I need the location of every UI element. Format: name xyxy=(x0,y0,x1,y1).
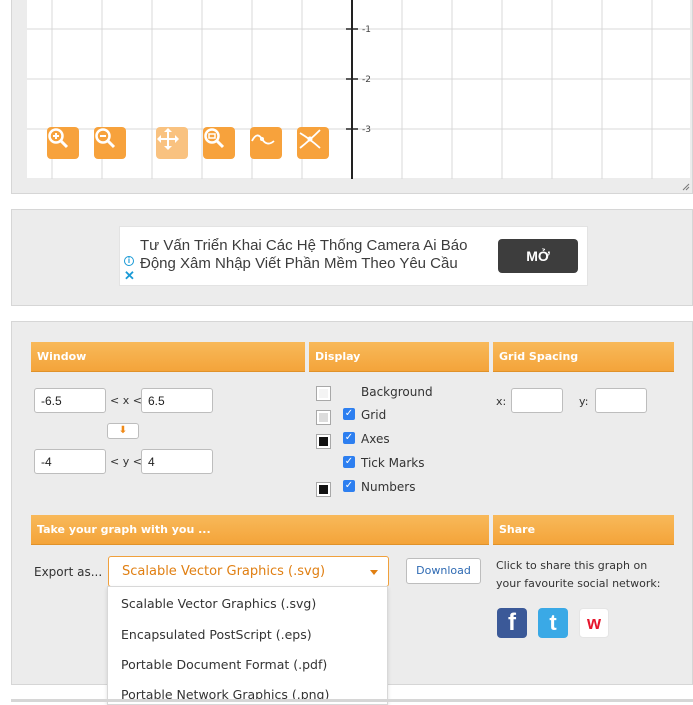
graph-canvas[interactable]: -1 -2 -3 xyxy=(27,0,690,179)
export-header: Take your graph with you ... xyxy=(31,515,489,545)
download-button[interactable]: Download xyxy=(406,558,481,584)
export-option-eps[interactable]: Encapsulated PostScript (.eps) xyxy=(108,619,387,649)
tick-marks-label: Tick Marks xyxy=(361,456,425,470)
export-format-menu[interactable]: Scalable Vector Graphics (.svg) Encapsul… xyxy=(107,586,388,705)
facebook-share-button[interactable]: f xyxy=(497,608,527,638)
facebook-icon: f xyxy=(508,609,516,636)
grid-spacing-x-label: x: xyxy=(496,395,507,408)
graph-grid: -1 -2 -3 xyxy=(27,0,690,179)
zoom-fit-icon xyxy=(204,128,225,149)
curve-trace-icon xyxy=(251,134,275,145)
grid-spacing-y-label: y: xyxy=(579,395,589,408)
share-text: Click to share this graph on your favour… xyxy=(496,559,661,590)
zoom-fit-button[interactable] xyxy=(203,127,235,159)
zoom-out-button[interactable] xyxy=(94,127,126,159)
move-button[interactable] xyxy=(156,127,188,159)
zoom-in-icon xyxy=(48,128,69,149)
axes-checkbox[interactable]: ✓ xyxy=(343,432,355,444)
section-divider xyxy=(11,699,693,702)
x-max-input[interactable]: 6.5 xyxy=(141,388,213,413)
numbers-color-swatch[interactable] xyxy=(316,482,331,497)
swap-range-button[interactable]: ⬇ xyxy=(107,423,139,439)
arrow-down-icon: ⬇ xyxy=(118,425,128,436)
export-selected-value: Scalable Vector Graphics (.svg) xyxy=(122,564,326,579)
intersect-icon xyxy=(299,129,321,149)
display-header: Display xyxy=(309,342,489,372)
weibo-icon: w xyxy=(586,612,601,633)
grid-spacing-x-input[interactable] xyxy=(511,388,563,413)
export-option-svg[interactable]: Scalable Vector Graphics (.svg) xyxy=(108,588,387,618)
y-range-label: < y < xyxy=(110,455,142,468)
y-axis-tick-label: -2 xyxy=(362,75,371,85)
zoom-in-button[interactable] xyxy=(47,127,79,159)
chevron-down-icon xyxy=(370,570,378,575)
axes-label: Axes xyxy=(361,432,390,446)
y-axis-tick-label: -3 xyxy=(362,125,371,135)
y-min-input[interactable]: -4 xyxy=(34,449,106,474)
x-range-label: < x < xyxy=(110,394,142,407)
grid-color-swatch[interactable] xyxy=(316,410,331,425)
zoom-out-icon xyxy=(95,128,116,149)
ad-info-icon[interactable]: i xyxy=(124,256,134,266)
curve-trace-button[interactable] xyxy=(250,127,282,159)
background-color-swatch[interactable] xyxy=(316,386,331,401)
intersect-button[interactable] xyxy=(297,127,329,159)
export-option-pdf[interactable]: Portable Document Format (.pdf) xyxy=(108,649,387,679)
export-format-select[interactable]: Scalable Vector Graphics (.svg) xyxy=(108,556,389,587)
background-label: Background xyxy=(361,385,433,399)
numbers-label: Numbers xyxy=(361,480,416,494)
move-icon xyxy=(157,128,179,150)
ad-text[interactable]: Tư Vấn Triển Khai Các Hệ Thống Camera Ai… xyxy=(140,237,480,273)
grid-label: Grid xyxy=(361,408,387,422)
y-max-input[interactable]: 4 xyxy=(141,449,213,474)
weibo-share-button[interactable]: w xyxy=(579,608,609,638)
grid-checkbox[interactable]: ✓ xyxy=(343,408,355,420)
ad-panel: Tư Vấn Triển Khai Các Hệ Thống Camera Ai… xyxy=(11,209,693,306)
graph-panel: -1 -2 -3 xyxy=(11,0,693,194)
x-min-input[interactable]: -6.5 xyxy=(34,388,106,413)
numbers-checkbox[interactable]: ✓ xyxy=(343,480,355,492)
ad-close-icon[interactable]: ✕ xyxy=(124,269,135,282)
y-axis-tick-label: -1 xyxy=(362,25,371,35)
export-label: Export as... xyxy=(34,565,103,579)
ad-banner[interactable]: Tư Vấn Triển Khai Các Hệ Thống Camera Ai… xyxy=(119,226,588,286)
grid-spacing-header: Grid Spacing xyxy=(493,342,674,372)
grid-spacing-y-input[interactable] xyxy=(595,388,647,413)
axes-color-swatch[interactable] xyxy=(316,434,331,449)
tick-marks-checkbox[interactable]: ✓ xyxy=(343,456,355,468)
resize-handle-icon[interactable] xyxy=(682,183,690,191)
window-header: Window xyxy=(31,342,305,372)
twitter-icon: t xyxy=(549,610,557,635)
ad-open-button[interactable]: MỞ xyxy=(498,239,578,273)
twitter-share-button[interactable]: t xyxy=(538,608,568,638)
share-header: Share xyxy=(493,515,674,545)
